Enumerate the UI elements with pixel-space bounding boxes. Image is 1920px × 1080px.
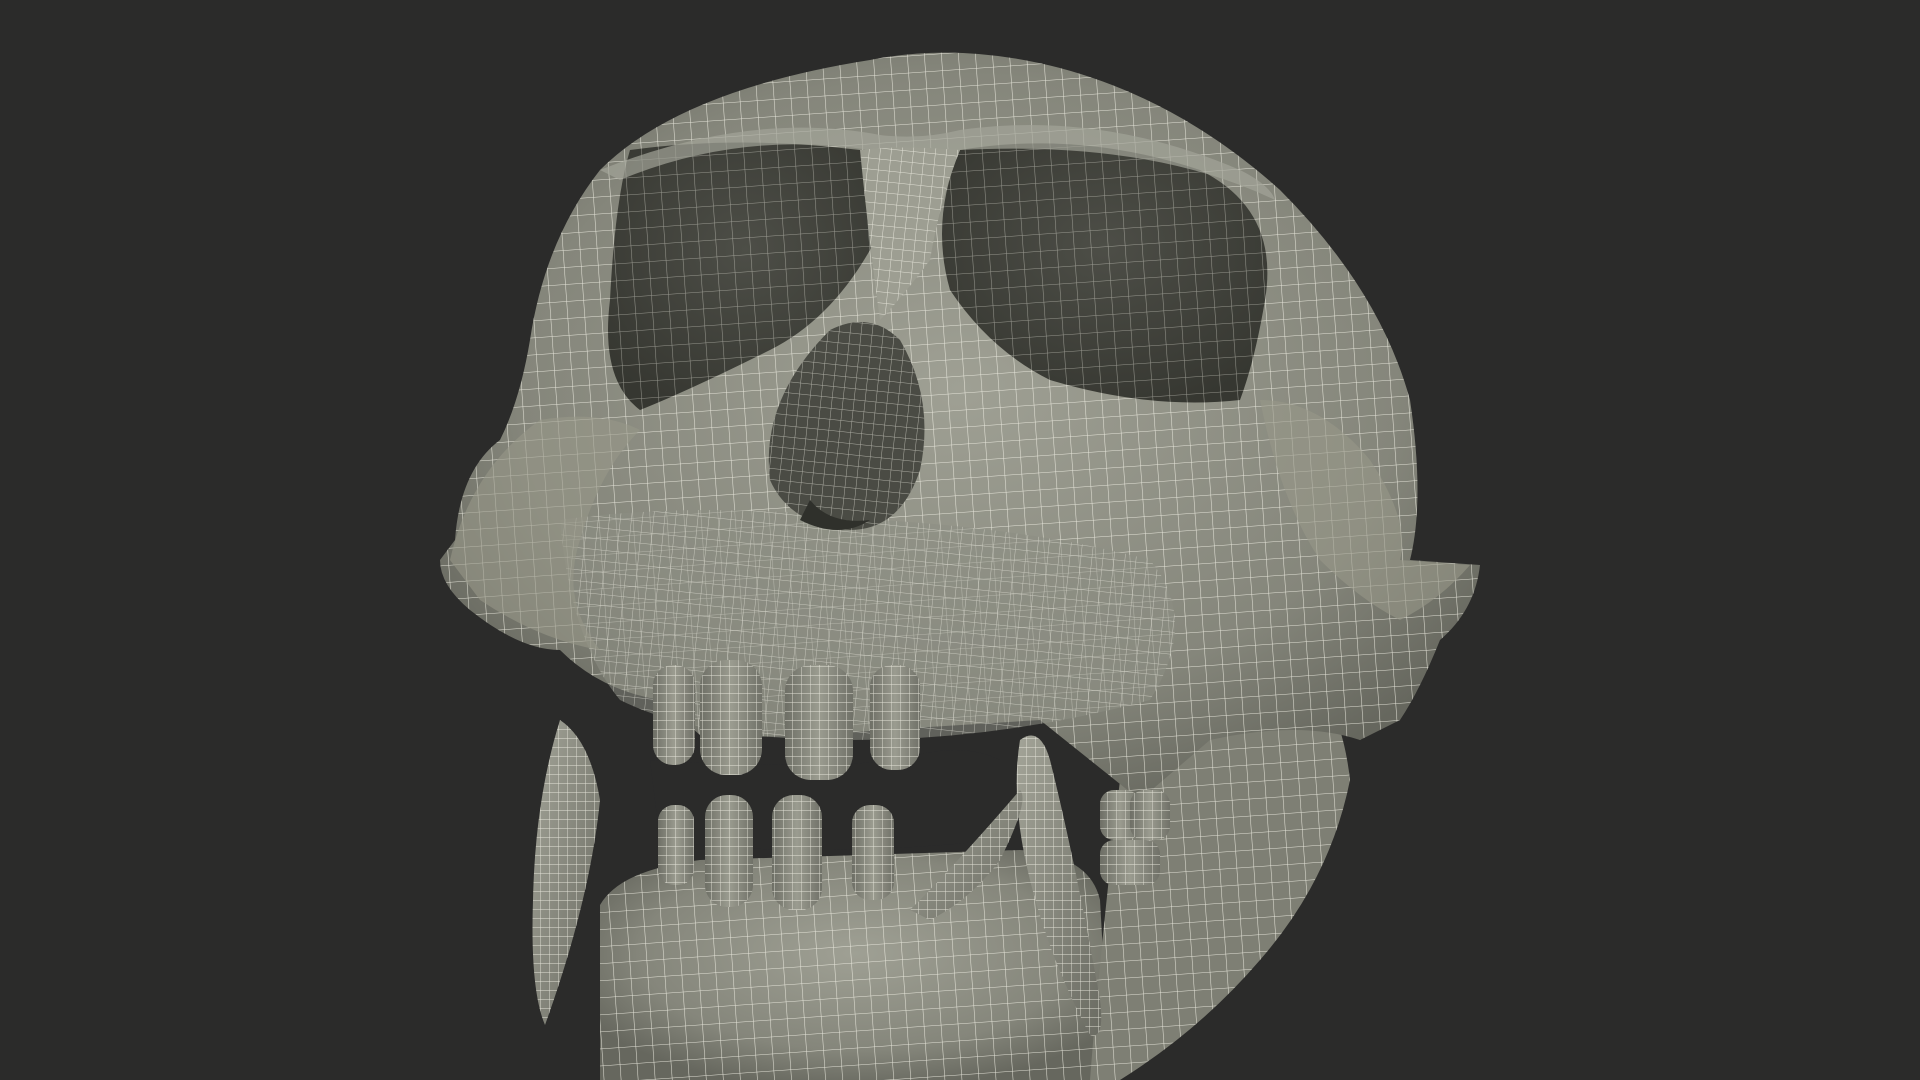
skull-render [440, 52, 1480, 1080]
render-viewport [0, 0, 1920, 1080]
left-canine [532, 720, 600, 1025]
